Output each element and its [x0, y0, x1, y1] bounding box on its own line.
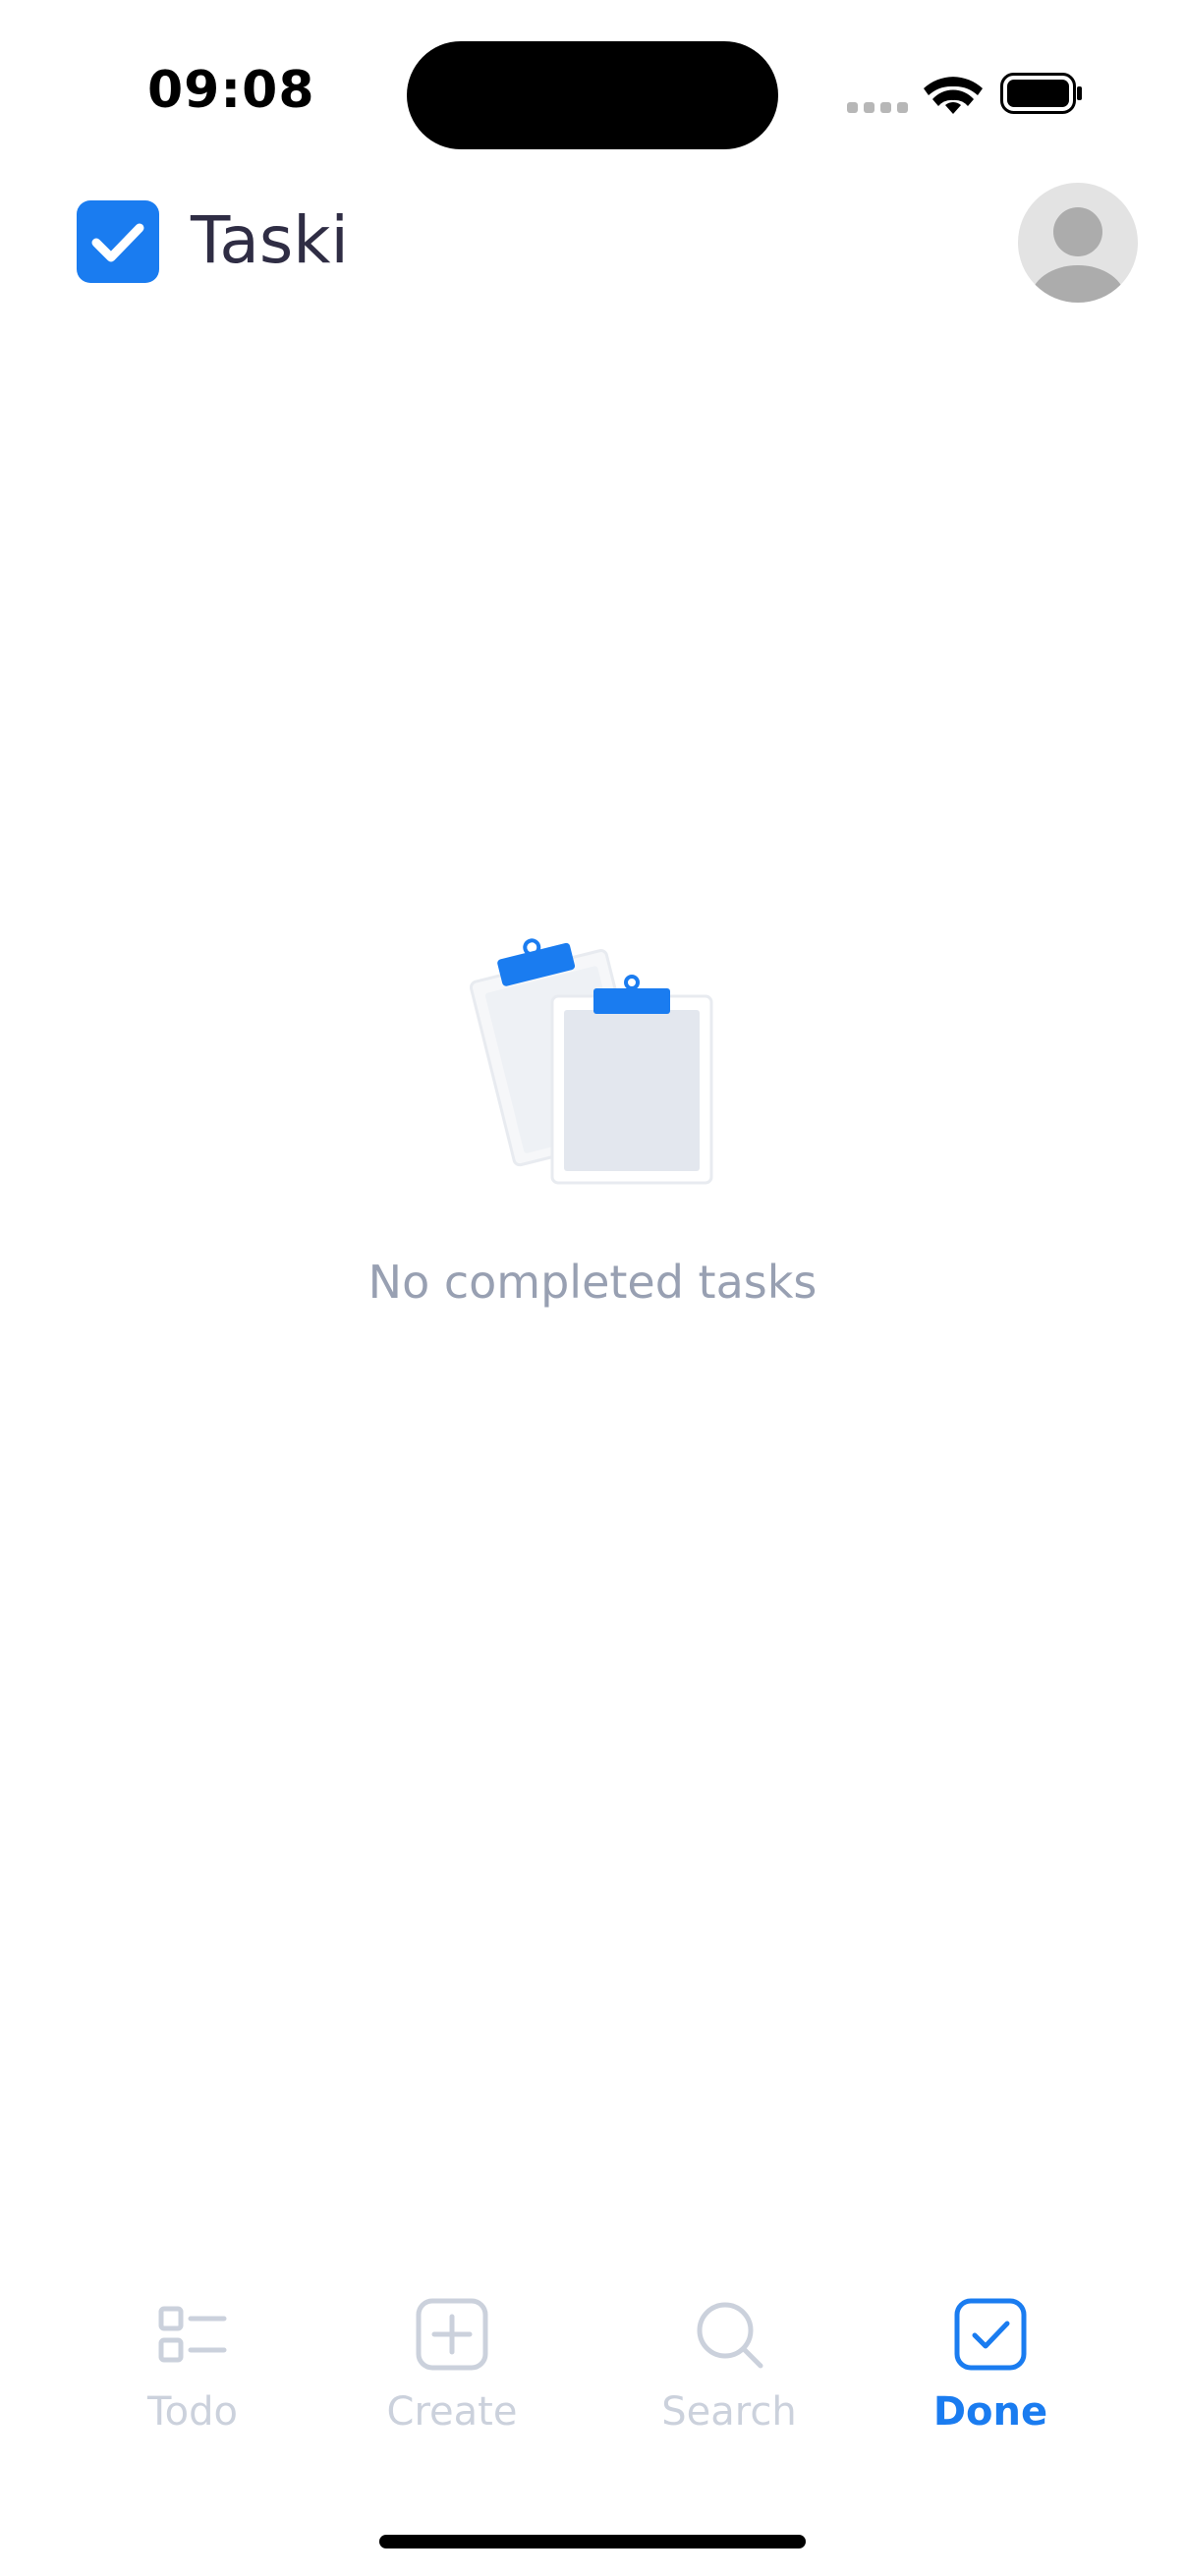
tab-todo-label: Todo	[147, 2389, 238, 2435]
empty-state-message: No completed tasks	[367, 1256, 818, 1309]
user-avatar-icon[interactable]	[1018, 183, 1138, 303]
home-indicator[interactable]	[379, 2535, 806, 2548]
checkbox-checked-icon	[77, 200, 159, 283]
bottom-tab-bar: Todo Create Search Done	[0, 2275, 1185, 2462]
app-screen: 09:08 Taski No completed tasks Todo Crea…	[0, 0, 1185, 2576]
tab-create-label: Create	[386, 2389, 518, 2435]
list-icon	[158, 2306, 227, 2363]
clipboards-illustration	[469, 938, 713, 1185]
tab-done[interactable]: Done	[882, 2275, 1099, 2462]
cellular-signal-icon	[847, 102, 908, 113]
wifi-icon	[924, 77, 983, 114]
tab-create[interactable]: Create	[344, 2275, 560, 2462]
tab-search-label: Search	[661, 2389, 797, 2435]
search-icon	[697, 2302, 763, 2369]
tab-search[interactable]: Search	[621, 2275, 837, 2462]
status-time: 09:08	[147, 61, 315, 120]
dynamic-island	[407, 41, 778, 149]
app-title: Taski	[191, 202, 349, 278]
plus-square-icon	[416, 2298, 488, 2371]
tab-todo[interactable]: Todo	[85, 2275, 301, 2462]
battery-icon	[1000, 73, 1082, 114]
tab-done-label: Done	[932, 2389, 1048, 2435]
check-square-icon	[954, 2298, 1027, 2371]
